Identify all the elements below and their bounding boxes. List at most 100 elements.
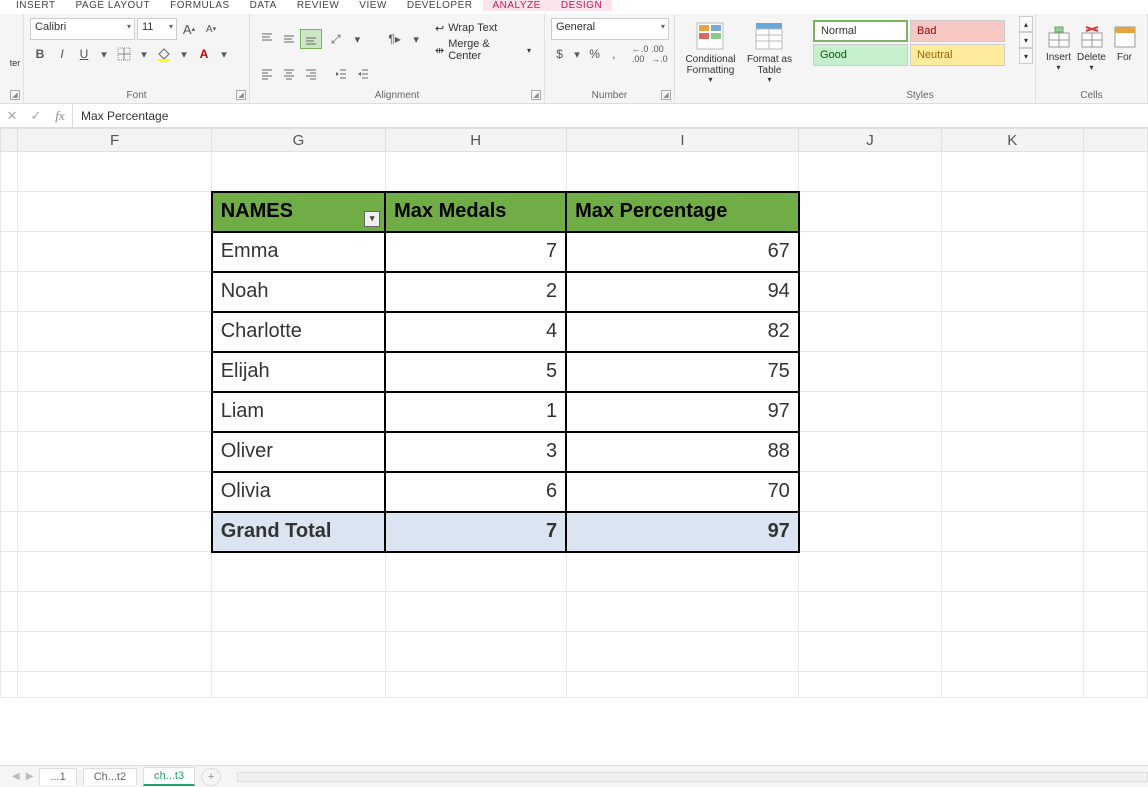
borders-dropdown-icon[interactable]: ▾	[136, 44, 152, 64]
tab-developer[interactable]: DEVELOPER	[397, 0, 483, 11]
grid-row[interactable]	[1, 592, 1148, 632]
grid[interactable]: F G H I J K NAMES▾ Max Medals Max Percen…	[0, 128, 1148, 698]
align-middle-button[interactable]	[278, 29, 300, 49]
cell-style-normal[interactable]: Normal	[813, 20, 908, 42]
conditional-formatting-button[interactable]: ConditionalFormatting▾	[681, 20, 740, 85]
tab-analyze[interactable]: ANALYZE	[483, 0, 551, 11]
pivot-data-row[interactable]: Charlotte482	[1, 312, 1148, 352]
worksheet-area[interactable]: F G H I J K NAMES▾ Max Medals Max Percen…	[0, 128, 1148, 765]
pivot-data-row[interactable]: Liam197	[1, 392, 1148, 432]
orientation-dropdown-icon[interactable]: ▾	[350, 29, 366, 49]
align-top-button[interactable]	[256, 29, 278, 49]
percent-button[interactable]: %	[586, 44, 603, 64]
comma-style-button[interactable]: ,	[605, 44, 622, 64]
cell-style-bad[interactable]: Bad	[910, 20, 1005, 42]
format-as-table-button[interactable]: Format asTable▾	[740, 20, 799, 85]
delete-cells-button[interactable]: Delete▾	[1075, 24, 1108, 72]
text-direction-dropdown-icon[interactable]: ▾	[408, 29, 424, 49]
increase-indent-button[interactable]	[352, 64, 374, 84]
cell-style-neutral[interactable]: Neutral	[910, 44, 1005, 66]
col-header-e[interactable]	[1, 129, 18, 152]
horizontal-scrollbar[interactable]	[237, 772, 1148, 782]
underline-dropdown-icon[interactable]: ▾	[96, 44, 112, 64]
wrap-text-button[interactable]: ↩Wrap Text	[428, 18, 538, 38]
orientation-button[interactable]: ⤢	[326, 29, 345, 49]
number-dialog-launcher[interactable]: ◢	[661, 90, 671, 100]
clipboard-dialog-launcher[interactable]: ◢	[10, 90, 20, 100]
gallery-more[interactable]: ▾	[1019, 48, 1033, 64]
pivot-filter-button[interactable]: ▾	[364, 211, 380, 227]
fill-color-dropdown-icon[interactable]: ▾	[176, 44, 192, 64]
align-left-button[interactable]	[256, 64, 278, 84]
gallery-scroll-down[interactable]: ▾	[1019, 32, 1033, 48]
insert-function-button[interactable]: fx	[48, 105, 72, 127]
col-header-i[interactable]: I	[566, 129, 799, 152]
bold-button[interactable]: B	[30, 44, 50, 64]
painter-button[interactable]: ter	[6, 18, 24, 68]
increase-decimal-button[interactable]: ←.0.00	[632, 44, 649, 64]
col-header-j[interactable]: J	[799, 129, 941, 152]
align-bottom-button[interactable]	[300, 29, 322, 49]
gallery-scroll-up[interactable]: ▴	[1019, 16, 1033, 32]
align-right-button[interactable]	[300, 64, 322, 84]
grid-row[interactable]	[1, 632, 1148, 672]
underline-button[interactable]: U	[74, 44, 94, 64]
cell-style-good[interactable]: Good	[813, 44, 908, 66]
tab-page-layout[interactable]: PAGE LAYOUT	[66, 0, 161, 11]
insert-cells-button[interactable]: Insert▾	[1042, 24, 1075, 72]
tab-insert[interactable]: INSERT	[6, 0, 66, 11]
pivot-data-row[interactable]: Emma767	[1, 232, 1148, 272]
font-color-dropdown-icon[interactable]: ▾	[216, 44, 232, 64]
grid-row[interactable]	[1, 552, 1148, 592]
add-sheet-button[interactable]: +	[201, 768, 221, 786]
grid-row[interactable]	[1, 152, 1148, 192]
accounting-dropdown-icon[interactable]: ▾	[570, 44, 584, 64]
col-header-g[interactable]: G	[212, 129, 385, 152]
decrease-indent-button[interactable]	[330, 64, 352, 84]
pivot-data-row[interactable]: Elijah575	[1, 352, 1148, 392]
tab-design[interactable]: DESIGN	[551, 0, 612, 11]
italic-button[interactable]: I	[52, 44, 72, 64]
col-header-h[interactable]: H	[385, 129, 566, 152]
align-center-button[interactable]	[278, 64, 300, 84]
col-header-f[interactable]: F	[18, 129, 212, 152]
tab-data[interactable]: DATA	[240, 0, 287, 11]
accounting-format-button[interactable]: $	[551, 44, 568, 64]
pivot-data-row[interactable]: Noah294	[1, 272, 1148, 312]
sheet-tab-2[interactable]: Ch...t2	[83, 768, 137, 785]
merge-center-button[interactable]: ⇹Merge & Center ▾	[428, 40, 538, 60]
fill-color-button[interactable]	[154, 44, 174, 64]
pivot-header-medals[interactable]: Max Medals	[385, 192, 566, 232]
sheet-tab-3[interactable]: ch...t3	[143, 767, 195, 786]
formula-cancel-button[interactable]: ✕	[0, 105, 24, 127]
decrease-font-icon[interactable]: A▾	[201, 19, 221, 39]
borders-button[interactable]	[114, 44, 134, 64]
tab-view[interactable]: VIEW	[349, 0, 397, 11]
pivot-header-percentage[interactable]: Max Percentage	[566, 192, 799, 232]
sheet-nav-next[interactable]: ▶	[26, 771, 34, 782]
pivot-data-row[interactable]: Olivia670	[1, 472, 1148, 512]
sheet-tab-1[interactable]: ...1	[39, 768, 76, 785]
tab-formulas[interactable]: FORMULAS	[160, 0, 240, 11]
grid-row[interactable]	[1, 672, 1148, 698]
font-color-button[interactable]: A	[194, 44, 214, 64]
text-direction-button[interactable]: ¶▸	[385, 29, 404, 49]
increase-font-icon[interactable]: A▴	[179, 19, 199, 39]
font-size-combo[interactable]: 11	[137, 18, 177, 40]
formula-input[interactable]: Max Percentage	[72, 104, 1148, 127]
formula-enter-button[interactable]: ✓	[24, 105, 48, 127]
pivot-header-names[interactable]: NAMES▾	[212, 192, 385, 232]
col-header-l[interactable]	[1083, 129, 1147, 152]
decrease-decimal-button[interactable]: .00→.0	[651, 44, 668, 64]
font-dialog-launcher[interactable]: ◢	[236, 90, 246, 100]
number-format-combo[interactable]: General	[551, 18, 669, 40]
alignment-dialog-launcher[interactable]: ◢	[531, 90, 541, 100]
col-header-k[interactable]: K	[941, 129, 1083, 152]
pivot-data-row[interactable]: Oliver388	[1, 432, 1148, 472]
sheet-nav-prev[interactable]: ◀	[12, 771, 20, 782]
format-cells-button[interactable]: For	[1108, 24, 1141, 72]
font-name-combo[interactable]: Calibri	[30, 18, 135, 40]
tab-review[interactable]: REVIEW	[287, 0, 349, 11]
pivot-grand-total-row[interactable]: Grand Total797	[1, 512, 1148, 552]
pivot-header-row[interactable]: NAMES▾ Max Medals Max Percentage	[1, 192, 1148, 232]
